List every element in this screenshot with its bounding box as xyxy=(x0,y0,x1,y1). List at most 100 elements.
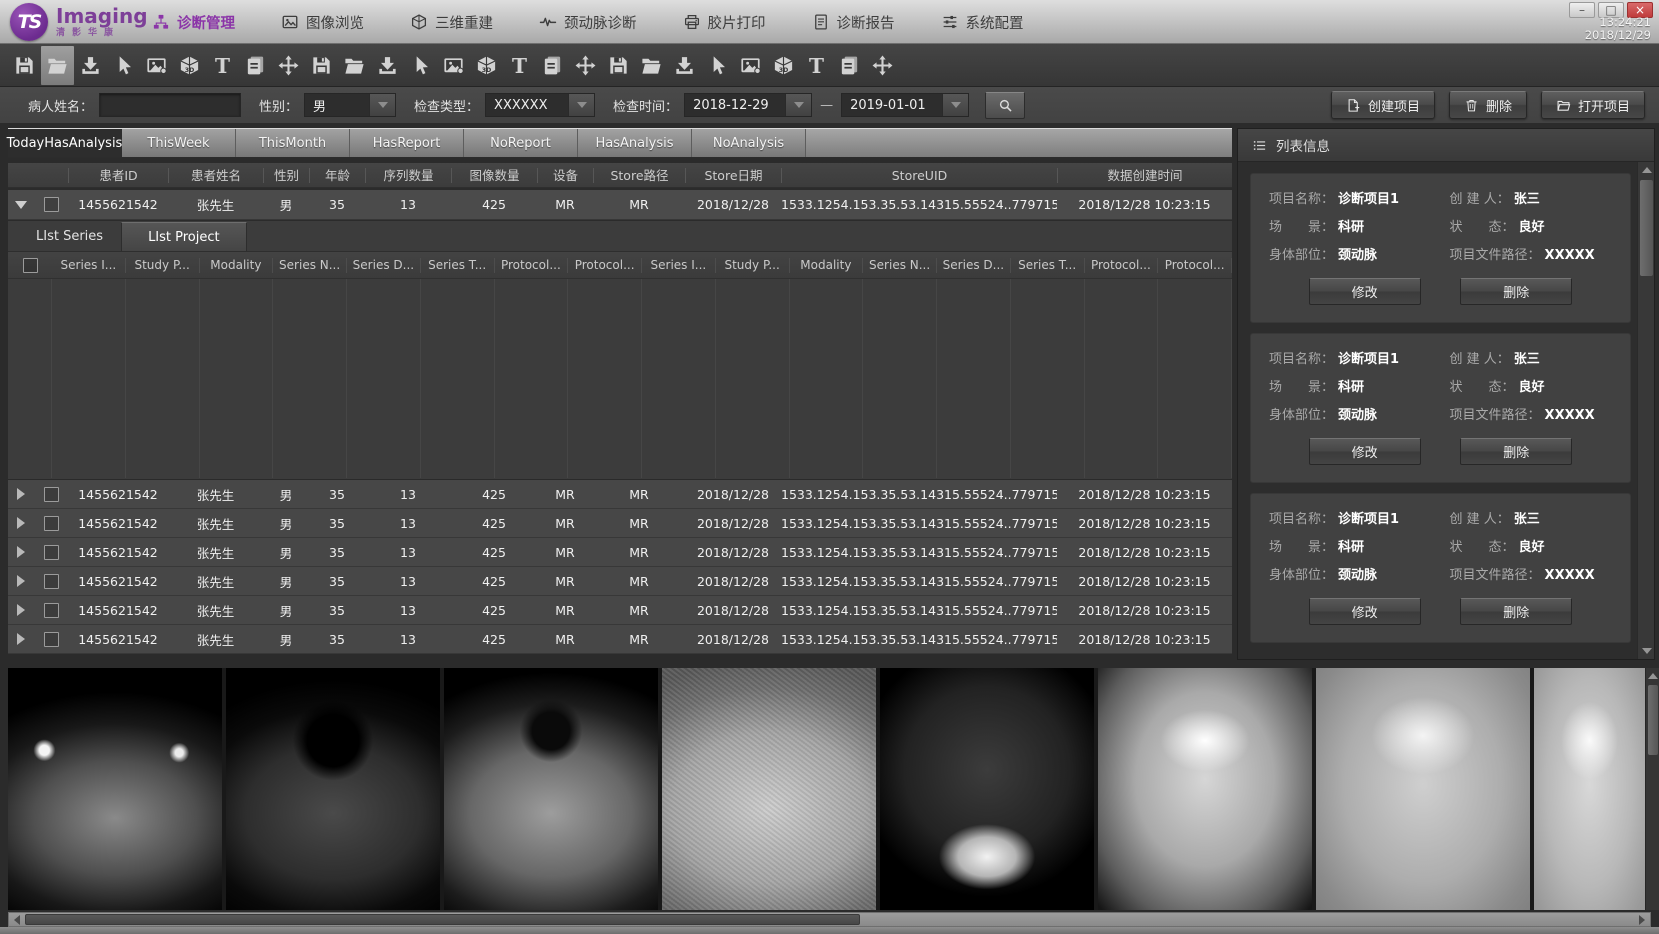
scrollbar-thumb[interactable] xyxy=(25,914,860,925)
table-row[interactable]: 1455621542 张先生 男 35 13 425 MR MR 2018/12… xyxy=(8,596,1232,625)
export-button[interactable] xyxy=(668,46,701,85)
column-header[interactable]: 序列数量 xyxy=(365,168,451,183)
delete-button[interactable]: 删除 xyxy=(1460,598,1572,625)
delete-button[interactable]: 删除 xyxy=(1460,278,1572,305)
cursor-button[interactable] xyxy=(701,46,734,85)
create-project-button[interactable]: 创建项目 xyxy=(1331,91,1435,119)
tab-list-series[interactable]: LIst Series xyxy=(18,229,121,251)
mri-thumbnail-2[interactable] xyxy=(226,668,440,910)
series-column-header[interactable]: Series T... xyxy=(421,258,495,273)
tab-no-analysis[interactable]: NoAnalysis xyxy=(692,129,806,157)
menu-item-film-print[interactable]: 胶片打印 xyxy=(683,12,766,33)
patient-name-input[interactable] xyxy=(99,93,241,117)
column-header[interactable]: 性别 xyxy=(263,168,309,183)
scrollbar-thumb[interactable] xyxy=(1648,685,1658,755)
table-row[interactable]: 1455621542 张先生 男 35 13 425 MR MR 2018/12… xyxy=(8,538,1232,567)
text-button[interactable] xyxy=(206,46,239,85)
patient-row-expanded[interactable]: 1455621542 张先生 男 35 13 425 MR MR 2018/12… xyxy=(8,190,1232,220)
save-button[interactable] xyxy=(8,46,41,85)
series-column-header[interactable]: Series N... xyxy=(273,258,347,273)
table-row[interactable]: 1455621542 张先生 男 35 13 425 MR MR 2018/12… xyxy=(8,509,1232,538)
chevron-down-icon[interactable] xyxy=(568,94,594,116)
search-button[interactable] xyxy=(985,92,1025,119)
text-button[interactable] xyxy=(503,46,536,85)
date-from-select[interactable]: 2018-12-29 xyxy=(684,93,812,117)
date-to-select[interactable]: 2019-01-01 xyxy=(841,93,969,117)
scroll-down-arrow-icon[interactable] xyxy=(1638,643,1655,659)
series-column-header[interactable]: Study P... xyxy=(126,258,200,273)
thumbnail-scrollbar[interactable] xyxy=(1645,668,1659,910)
export-button[interactable] xyxy=(371,46,404,85)
menu-item-diagnosis-management[interactable]: 诊断管理 xyxy=(152,12,235,33)
row-checkbox[interactable] xyxy=(44,487,59,502)
series-column-header[interactable]: Protocol... xyxy=(495,258,569,273)
expand-arrow-icon[interactable] xyxy=(17,575,25,587)
select-all-checkbox[interactable] xyxy=(23,258,38,273)
mri-thumbnail-4[interactable] xyxy=(662,668,876,910)
open-folder-button[interactable] xyxy=(41,46,74,85)
menu-item-3d-reconstruction[interactable]: 三维重建 xyxy=(410,12,493,33)
image-adjust-button[interactable] xyxy=(734,46,767,85)
series-column-header[interactable]: Protocol... xyxy=(1085,258,1159,273)
tab-list-project[interactable]: LIst Project xyxy=(121,222,247,251)
save-button[interactable] xyxy=(602,46,635,85)
move-button[interactable] xyxy=(866,46,899,85)
series-column-header[interactable]: Study P... xyxy=(716,258,790,273)
series-column-header[interactable]: Series T... xyxy=(1011,258,1085,273)
row-checkbox[interactable] xyxy=(44,574,59,589)
series-column-header[interactable]: Protocol... xyxy=(568,258,642,273)
series-column-header[interactable]: Series D... xyxy=(937,258,1011,273)
column-header[interactable]: 年龄 xyxy=(309,168,365,183)
chevron-down-icon[interactable] xyxy=(942,94,968,116)
series-column-header[interactable]: Modality xyxy=(200,258,274,273)
move-button[interactable] xyxy=(272,46,305,85)
column-header[interactable]: StoreUID xyxy=(781,168,1057,183)
tab-has-report[interactable]: HasReport xyxy=(350,129,464,157)
row-checkbox[interactable] xyxy=(44,632,59,647)
notes-button[interactable] xyxy=(536,46,569,85)
table-row[interactable]: 1455621542 张先生 男 35 13 425 MR MR 2018/12… xyxy=(8,625,1232,654)
expand-arrow-icon[interactable] xyxy=(17,488,25,500)
scroll-up-arrow-icon[interactable] xyxy=(1638,162,1655,178)
scroll-left-arrow-icon[interactable] xyxy=(9,913,25,926)
menu-item-image-browse[interactable]: 图像浏览 xyxy=(281,12,364,33)
panel-scrollbar[interactable] xyxy=(1637,162,1654,659)
column-header[interactable]: Store日期 xyxy=(685,168,781,183)
open-project-button[interactable]: 打开项目 xyxy=(1541,91,1645,119)
scroll-up-arrow-icon[interactable] xyxy=(1646,668,1659,684)
move-button[interactable] xyxy=(569,46,602,85)
notes-button[interactable] xyxy=(833,46,866,85)
column-header[interactable]: 患者ID xyxy=(68,168,168,183)
mri-thumbnail-6[interactable] xyxy=(1098,668,1312,910)
table-row[interactable]: 1455621542 张先生 男 35 13 425 MR MR 2018/12… xyxy=(8,480,1232,509)
gender-select[interactable]: 男 xyxy=(304,93,396,117)
export-button[interactable] xyxy=(74,46,107,85)
save-button[interactable] xyxy=(305,46,338,85)
modify-button[interactable]: 修改 xyxy=(1309,598,1421,625)
modify-button[interactable]: 修改 xyxy=(1309,278,1421,305)
mri-thumbnail-3[interactable] xyxy=(444,668,658,910)
series-column-header[interactable]: Series D... xyxy=(347,258,421,273)
series-column-header[interactable]: Series N... xyxy=(863,258,937,273)
tab-today-has-analysis[interactable]: TodayHasAnalysis xyxy=(8,129,122,157)
expand-arrow-icon[interactable] xyxy=(17,633,25,645)
series-column-header[interactable]: Protocol... xyxy=(1158,258,1232,273)
tab-has-analysis[interactable]: HasAnalysis xyxy=(578,129,692,157)
image-adjust-button[interactable] xyxy=(437,46,470,85)
cursor-button[interactable] xyxy=(107,46,140,85)
mri-thumbnail-1[interactable] xyxy=(8,668,222,910)
cursor-button[interactable] xyxy=(404,46,437,85)
mri-thumbnail-8[interactable] xyxy=(1534,668,1645,910)
cube-3d-button[interactable] xyxy=(767,46,800,85)
series-column-header[interactable]: Series I... xyxy=(642,258,716,273)
mri-thumbnail-5[interactable] xyxy=(880,668,1094,910)
open-folder-button[interactable] xyxy=(635,46,668,85)
delete-button[interactable]: 删除 xyxy=(1449,91,1527,119)
column-header[interactable]: 患者姓名 xyxy=(168,168,263,183)
column-header[interactable]: Store路径 xyxy=(593,168,685,183)
delete-button[interactable]: 删除 xyxy=(1460,438,1572,465)
expand-arrow-icon[interactable] xyxy=(17,604,25,616)
scrollbar-thumb[interactable] xyxy=(1640,180,1653,276)
expand-arrow-icon[interactable] xyxy=(17,546,25,558)
chevron-down-icon[interactable] xyxy=(369,94,395,116)
